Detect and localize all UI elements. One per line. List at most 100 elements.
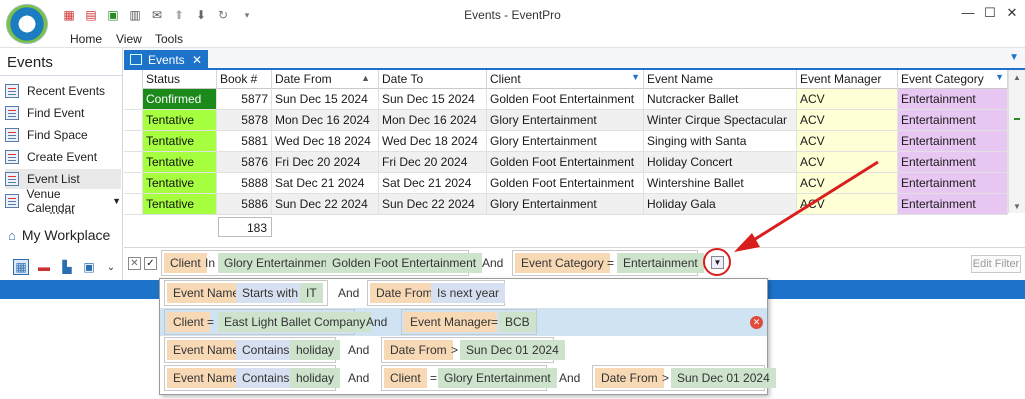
sidebar-item-create-event[interactable]: Create Event [5,147,121,167]
close-button[interactable]: ✕ [1002,5,1022,25]
filter-operator: Contains [236,340,296,360]
sidebar-item-label: Find Event [27,106,85,120]
table-row[interactable]: Tentative 5876 Fri Dec 20 2024 Fri Dec 2… [124,152,1008,173]
client-cell: Golden Foot Entertainment [487,173,644,194]
workplace-label: My Workplace [21,227,111,243]
column-header-date-to[interactable]: Date To [379,70,487,89]
menu-home[interactable]: Home [70,32,102,46]
manager-cell: ACV [797,152,898,173]
filter-and[interactable]: And [476,253,509,273]
sidebar-item-event-list[interactable]: Event List [5,169,121,189]
splitter-grip[interactable] [50,212,74,214]
filter-value[interactable]: Entertainment [617,253,704,273]
mru-filter-item[interactable]: Event Name Contains holiday And Date Fro… [160,336,767,364]
date-to-cell: Fri Dec 20 2024 [379,152,487,173]
filter-icon[interactable]: ▼ [631,72,640,82]
chevron-down-icon[interactable]: ▼ [112,196,121,206]
my-workplace[interactable]: ⌂ My Workplace [8,227,110,243]
sidebar-item-venue-calendar[interactable]: Venue Calendar ▼ [5,187,121,215]
column-header-event-category[interactable]: Event Category ▼ [898,70,1008,89]
sidebar-item-find-event[interactable]: Find Event [5,103,121,123]
filter-and: And [559,371,581,385]
book-cell: 5881 [217,131,272,152]
filter-field: Event Manager [404,312,498,332]
table-row[interactable]: Tentative 5886 Sun Dec 22 2024 Sun Dec 2… [124,194,1008,215]
record-count: 183 [218,217,272,237]
find-space-icon [5,128,19,142]
column-header-book[interactable]: Book # [217,70,272,89]
date-from-cell: Wed Dec 18 2024 [272,131,379,152]
table-row[interactable]: Tentative 5881 Wed Dec 18 2024 Wed Dec 1… [124,131,1008,152]
remove-filter-icon[interactable]: ✕ [750,316,763,329]
column-header-date-from[interactable]: Date From ▲ [272,70,379,89]
maximize-button[interactable]: ☐ [980,5,1000,25]
mru-filter-item[interactable]: Client = East Light Ballet Company And E… [160,308,767,336]
mru-filter-item[interactable]: Event Name Contains holiday And Client =… [160,364,776,392]
table-row[interactable]: Tentative 5878 Mon Dec 16 2024 Mon Dec 1… [124,110,1008,131]
filter-value: IT [300,283,323,303]
sidebar-item-find-space[interactable]: Find Space [5,125,121,145]
contact-card-icon[interactable]: ▣ [81,259,97,275]
enable-filter-checkbox[interactable]: ✓ [144,257,157,270]
column-header-client[interactable]: Client ▼ [487,70,644,89]
sidebar-item-label: Event List [27,172,80,186]
filter-field-event-category[interactable]: Event Category [515,253,610,273]
date-to-cell: Sun Dec 15 2024 [379,89,487,110]
row-indicator [124,152,143,173]
filter-field: Event Name [167,283,246,303]
column-header-event-name[interactable]: Event Name [644,70,797,89]
filter-field: Event Name [167,368,246,388]
manager-cell: ACV [797,110,898,131]
manager-cell: ACV [797,194,898,215]
annotation-circle [703,248,731,276]
vertical-scrollbar[interactable]: ▲ ▼ [1008,70,1025,213]
scroll-thumb[interactable] [1014,118,1020,120]
chevron-down-icon[interactable]: ⌄ [103,259,119,275]
scroll-up-icon[interactable]: ▲ [1013,73,1021,82]
filter-operator: Contains [236,368,296,388]
scroll-down-icon[interactable]: ▼ [1013,202,1021,211]
clear-filter-button[interactable]: ✕ [128,257,141,270]
client-cell: Golden Foot Entertainment [487,89,644,110]
book-cell: 5886 [217,194,272,215]
tab-close-icon[interactable]: ✕ [192,53,202,67]
recent-events-icon [5,84,19,98]
book-cell: 5877 [217,89,272,110]
table-row[interactable]: Confirmed 5877 Sun Dec 15 2024 Sun Dec 1… [124,89,1008,110]
manager-cell: ACV [797,131,898,152]
filter-value[interactable]: Glory Entertainment [218,253,337,273]
window-title: Events - EventPro [464,8,561,22]
sidebar-item-recent-events[interactable]: Recent Events [5,81,121,101]
column-header-event-manager[interactable]: Event Manager [797,70,898,89]
sidebar-item-label: Find Space [27,128,88,142]
filter-value: East Light Ballet Company [218,312,372,332]
tab-list-dropdown-icon[interactable]: ▼ [1009,52,1019,63]
venue-calendar-icon [5,194,19,208]
tab-events[interactable]: Events ✕ [124,50,208,69]
minimize-button[interactable]: — [958,5,978,25]
category-cell: Entertainment [898,152,1008,173]
filter-value[interactable]: Golden Foot Entertainment [326,253,483,273]
status-cell: Confirmed [143,89,217,110]
status-cell: Tentative [143,173,217,194]
filter-icon[interactable]: ▼ [995,72,1004,82]
grid-header: Status Book # Date From ▲ Date To Client… [124,70,1008,89]
row-indicator [124,131,143,152]
edit-filter-button[interactable]: Edit Filter [971,255,1021,273]
events-tab-icon [130,54,142,65]
table-row[interactable]: Tentative 5888 Sat Dec 21 2024 Sat Dec 2… [124,173,1008,194]
event-name-cell: Singing with Santa [644,131,797,152]
event-name-cell: Holiday Gala [644,194,797,215]
menu-tools[interactable]: Tools [155,32,183,46]
menu-view[interactable]: View [116,32,142,46]
manager-cell: ACV [797,173,898,194]
status-cell: Tentative [143,152,217,173]
workplace-grid-icon[interactable]: ▦ [13,259,29,275]
status-cell: Tentative [143,131,217,152]
filter-operator: Is next year [431,283,506,303]
bed-icon[interactable]: ▬ [36,259,52,275]
factory-icon[interactable]: ▙ [59,259,75,275]
column-header-status[interactable]: Status [143,70,217,89]
mru-filter-item[interactable]: Event Name Starts with IT And Date From … [160,279,767,307]
mru-filter-list: Event Name Starts with IT And Date From … [159,278,776,395]
